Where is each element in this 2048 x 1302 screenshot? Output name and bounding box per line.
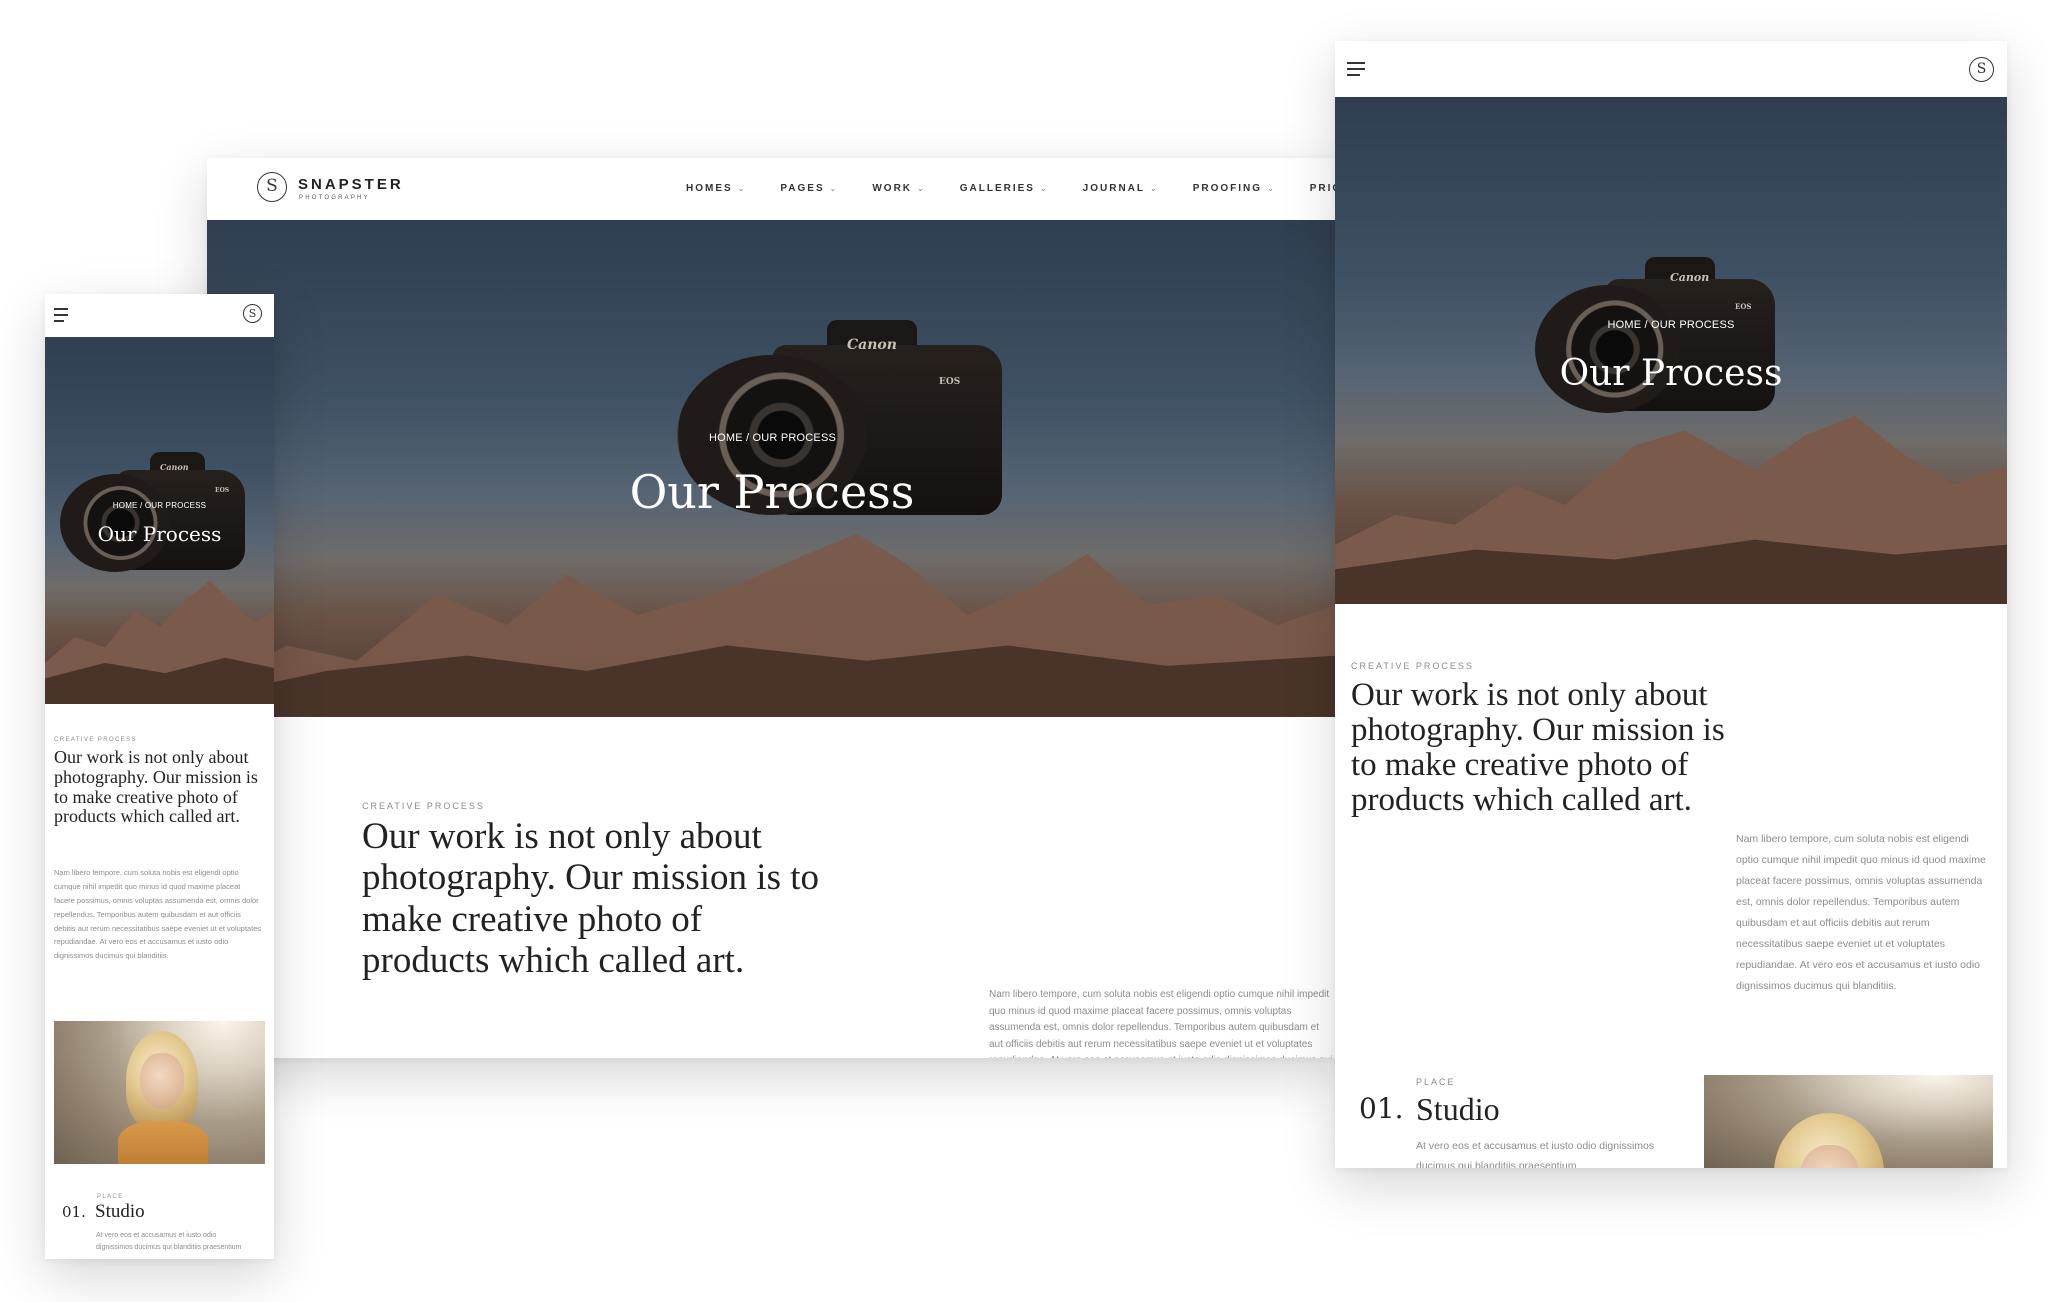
portrait-photo: [1704, 1075, 1993, 1168]
nav-item-journal[interactable]: JOURNAL ⌄: [1083, 183, 1159, 194]
nav-item-galleries[interactable]: GALLERIES ⌄: [960, 183, 1049, 194]
logo-monogram-icon[interactable]: S: [1969, 57, 1994, 82]
section-eyebrow: CREATIVE PROCESS: [362, 801, 485, 811]
desktop-header: S SNAPSTER PHOTOGRAPHY HOMES ⌄ PAGES ⌄ WOR…: [207, 158, 1337, 220]
process-number: 01.: [1359, 1092, 1404, 1125]
nav-item-pages[interactable]: PAGES ⌄: [780, 183, 838, 194]
chevron-down-icon: ⌄: [1039, 184, 1049, 193]
hamburger-icon[interactable]: [1347, 62, 1365, 80]
logo-monogram-icon[interactable]: S: [257, 172, 287, 202]
section-eyebrow: CREATIVE PROCESS: [54, 737, 137, 743]
nav-item-proofing[interactable]: PROOFING ⌄: [1193, 183, 1276, 194]
tablet-header: S: [1335, 41, 2007, 97]
section-body: Nam libero tempore, cum soluta nobis est…: [1736, 833, 1986, 992]
chevron-down-icon: ⌄: [917, 184, 926, 193]
chevron-down-icon: ⌄: [1267, 184, 1276, 193]
camera-image: Canon EOS: [60, 452, 250, 572]
section-body: Nam libero tempore, cum soluta nobis est…: [54, 868, 262, 961]
nav-item-pricing[interactable]: PRICING⌄: [1310, 183, 1337, 194]
process-label: PLACE: [97, 1194, 124, 1200]
hero-banner: Canon EOS HOME / OUR PROCESS Our Process: [207, 220, 1337, 717]
camera-brand-label: Canon: [1670, 271, 1710, 284]
tablet-preview: S Canon EOS HOME / OUR PROCESS Our Proce…: [1335, 41, 2007, 1168]
camera-model-label: EOS: [939, 377, 961, 387]
page-title: Our Process: [97, 522, 222, 546]
section-heading: Our work is not only about photography. …: [362, 816, 820, 982]
section-heading: Our work is not only about photography. …: [54, 747, 258, 827]
process-label: PLACE: [1416, 1077, 1456, 1087]
chevron-down-icon: ⌄: [1150, 184, 1159, 193]
hero-banner: Canon EOS HOME / OUR PROCESS Our Process: [1335, 97, 2007, 604]
section-eyebrow: CREATIVE PROCESS: [1351, 661, 1474, 671]
section-heading: Our work is not only about photography. …: [1351, 677, 1725, 818]
chevron-down-icon: ⌄: [737, 184, 747, 193]
breadcrumb: HOME / OUR PROCESS: [1607, 319, 1735, 331]
breadcrumb: HOME / OUR PROCESS: [708, 432, 837, 444]
process-title: Studio: [1416, 1091, 1500, 1127]
camera-model-label: EOS: [215, 487, 230, 494]
mountain-illustration: [207, 534, 1337, 717]
process-text: At vero eos et accusamus et iusto odio d…: [96, 1232, 242, 1251]
mobile-preview: S Canon EOS HOME / OUR PROCESS Our Proce…: [45, 294, 274, 1259]
page-title: Our Process: [629, 465, 915, 519]
main-nav: HOMES ⌄ PAGES ⌄ WORK ⌄ GALLERIES ⌄ JOURNAL ⌄ …: [686, 183, 1337, 194]
brand-tagline: PHOTOGRAPHY: [299, 195, 370, 201]
logo-monogram-icon[interactable]: S: [243, 304, 262, 323]
desktop-preview: S SNAPSTER PHOTOGRAPHY HOMES ⌄ PAGES ⌄ WOR…: [207, 158, 1337, 1058]
process-title: Studio: [95, 1201, 145, 1222]
mobile-header: S: [45, 294, 274, 337]
page-title: Our Process: [1559, 353, 1783, 394]
portrait-photo: [54, 1021, 265, 1164]
camera-brand-label: Canon: [160, 462, 189, 472]
hero-banner: Canon EOS HOME / OUR PROCESS Our Process: [45, 337, 274, 704]
chevron-down-icon: ⌄: [829, 184, 839, 193]
nav-item-homes[interactable]: HOMES ⌄: [686, 183, 746, 194]
camera-brand-label: Canon: [847, 337, 897, 353]
camera-model-label: EOS: [1735, 302, 1752, 311]
process-number: 01.: [62, 1203, 86, 1221]
nav-item-work[interactable]: WORK ⌄: [872, 183, 925, 194]
brand-name[interactable]: SNAPSTER: [298, 176, 404, 193]
section-body: Nam libero tempore, cum soluta nobis est…: [989, 989, 1333, 1058]
process-text: At vero eos et accusamus et iusto odio d…: [1416, 1140, 1655, 1168]
hamburger-icon[interactable]: [54, 308, 68, 326]
breadcrumb: HOME / OUR PROCESS: [112, 501, 207, 510]
